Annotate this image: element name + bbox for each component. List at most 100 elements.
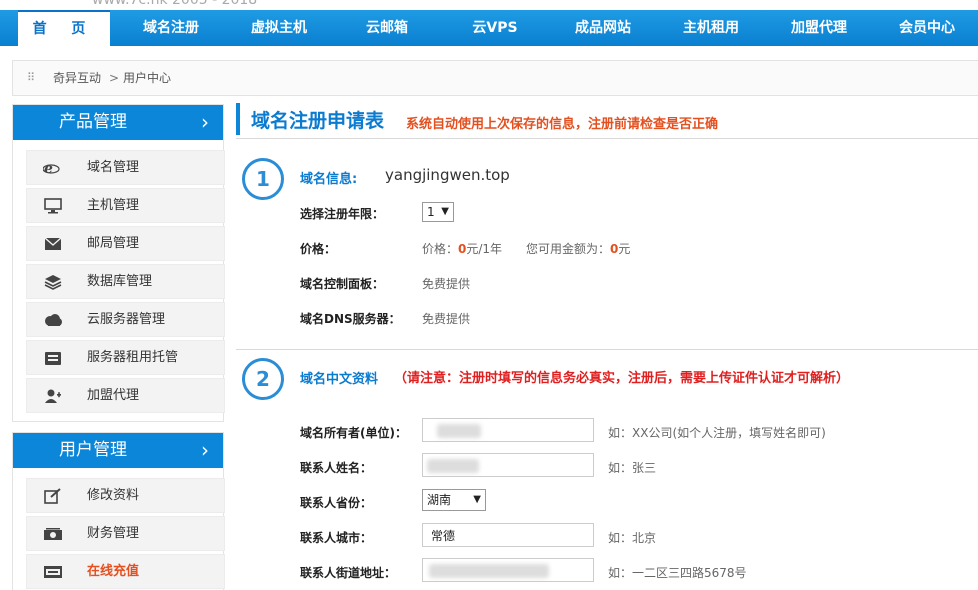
control-panel-value: 免费提供 <box>422 277 471 291</box>
nav-website[interactable]: 成品网站 <box>558 10 648 46</box>
sidebar-item-cloud[interactable]: 云服务器管理 <box>26 302 225 337</box>
balance-suffix: 元 <box>618 242 631 256</box>
sidebar-item-label: 修改资料 <box>87 488 140 503</box>
domain-e-icon: e <box>43 159 63 177</box>
sidebar-item-server[interactable]: 服务器租用托管 <box>26 340 225 375</box>
redacted-value <box>427 459 479 473</box>
envelope-icon <box>43 235 63 253</box>
sidebar-item-host[interactable]: 主机管理 <box>26 188 225 223</box>
years-value: 1 <box>427 205 435 219</box>
site-text: www.7c.hk 2005 - 2018 <box>92 0 258 8</box>
form-note: 系统自动使用上次保存的信息，注册前请检查是否正确 <box>406 117 719 132</box>
layers-icon <box>43 273 63 291</box>
money-icon <box>43 525 63 543</box>
sidebar-item-recharge[interactable]: 在线充值 <box>26 554 225 589</box>
sidebar-item-label: 云服务器管理 <box>87 312 166 327</box>
divider <box>236 138 978 139</box>
chevron-right-icon: › <box>201 110 209 134</box>
nav-server[interactable]: 主机租用 <box>666 10 756 46</box>
cn-info-warning: （请注意：注册时填写的信息务必真实，注册后，需要上传证件认证才可解析） <box>394 371 850 386</box>
sidebar-item-finance[interactable]: 财务管理 <box>26 516 225 551</box>
nav-mail[interactable]: 云邮箱 <box>342 10 432 46</box>
cloud-icon <box>43 311 63 329</box>
users-panel: 用户管理 › 修改资料 财务管理 在线充值 <box>12 432 225 590</box>
svg-text:e: e <box>44 161 53 176</box>
nav-vps[interactable]: 云VPS <box>450 10 540 46</box>
sidebar-item-label: 数据库管理 <box>87 274 153 289</box>
nav-domain[interactable]: 域名注册 <box>126 10 216 46</box>
province-label: 联系人省份： <box>300 496 373 510</box>
dns-value: 免费提供 <box>422 312 471 326</box>
sidebar-item-label: 邮局管理 <box>87 236 140 251</box>
price-suffix: 元/1年 <box>466 242 503 256</box>
caret-down-icon: ▼ <box>441 206 449 217</box>
main-nav: 首 页 域名注册 虚拟主机 云邮箱 云VPS 成品网站 主机租用 加盟代理 会员… <box>0 10 978 46</box>
breadcrumb-sep: > <box>109 71 120 85</box>
domain-value: yangjingwen.top <box>385 166 510 184</box>
users-title: 用户管理 <box>59 440 127 460</box>
nav-hosting[interactable]: 虚拟主机 <box>234 10 324 46</box>
user-add-icon <box>43 387 63 405</box>
nav-home[interactable]: 首 页 <box>18 10 110 46</box>
products-panel-head[interactable]: 产品管理 › <box>13 105 223 140</box>
step-2-badge: 2 <box>242 358 284 400</box>
caret-down-icon: ▼ <box>473 494 481 505</box>
price-prefix: 价格： <box>422 242 459 256</box>
sidebar-item-database[interactable]: 数据库管理 <box>26 264 225 299</box>
city-value: 常德 <box>431 529 456 543</box>
price-text: 价格：0元/1年 <box>422 240 502 257</box>
province-value: 湖南 <box>427 493 452 507</box>
sidebar-item-label: 域名管理 <box>87 160 140 175</box>
city-hint: 如：北京 <box>608 531 657 545</box>
sidebar-item-label: 在线充值 <box>87 564 140 579</box>
nav-agent[interactable]: 加盟代理 <box>774 10 864 46</box>
balance-prefix: 您可用金额为： <box>526 242 611 256</box>
city-label: 联系人城市： <box>300 531 373 545</box>
chevron-right-icon: › <box>201 438 209 462</box>
top-strip: www.7c.hk 2005 - 2018 <box>0 0 978 10</box>
credit-card-icon <box>43 563 63 581</box>
years-select[interactable]: 1 ▼ <box>422 202 454 222</box>
sidebar-item-label: 加盟代理 <box>87 388 140 403</box>
grid-icon: ⠿ <box>27 71 36 84</box>
breadcrumb-root[interactable]: 奇异互动 <box>53 61 101 95</box>
cn-info-title: 域名中文资料 <box>300 372 379 387</box>
monitor-icon <box>43 197 63 215</box>
contact-label: 联系人姓名： <box>300 461 373 475</box>
divider <box>236 349 978 350</box>
dns-label: 域名DNS服务器： <box>300 312 401 326</box>
sidebar-item-domain[interactable]: e 域名管理 <box>26 150 225 185</box>
page-title: 域名注册申请表 <box>251 110 385 132</box>
breadcrumb-current: 用户中心 <box>123 71 172 85</box>
contact-hint: 如：张三 <box>608 461 657 475</box>
street-label: 联系人街道地址： <box>300 566 397 580</box>
city-input[interactable]: 常德 <box>422 523 594 547</box>
redacted-value <box>429 564 549 578</box>
step-1-badge: 1 <box>242 158 284 200</box>
redacted-value <box>437 424 481 438</box>
products-panel: 产品管理 › e 域名管理 主机管理 邮局管理 数据库管理 云服务器管理 服务器… <box>12 104 225 422</box>
domain-info-label: 域名信息: <box>300 172 358 187</box>
server-icon <box>43 349 63 367</box>
sidebar-item-profile[interactable]: 修改资料 <box>26 478 225 513</box>
sidebar-item-label: 财务管理 <box>87 526 140 541</box>
owner-label: 域名所有者(单位)： <box>300 426 407 440</box>
sidebar-item-mail[interactable]: 邮局管理 <box>26 226 225 261</box>
price-label: 价格： <box>300 242 337 256</box>
sidebar-item-label: 服务器租用托管 <box>87 350 179 365</box>
users-panel-head[interactable]: 用户管理 › <box>13 433 223 468</box>
edit-icon <box>43 487 63 505</box>
products-title: 产品管理 <box>59 112 127 132</box>
sidebar-item-agent[interactable]: 加盟代理 <box>26 378 225 413</box>
breadcrumb: ⠿ 奇异互动 > 用户中心 <box>12 60 978 96</box>
contact-input[interactable] <box>422 453 594 477</box>
street-input[interactable] <box>422 558 594 582</box>
province-select[interactable]: 湖南 ▼ <box>422 489 486 511</box>
street-hint: 如：一二区三四路5678号 <box>608 566 747 580</box>
owner-hint: 如：XX公司(如个人注册，填写姓名即可) <box>608 426 826 440</box>
owner-input[interactable] <box>422 418 594 442</box>
nav-member[interactable]: 会员中心 <box>882 10 972 46</box>
sidebar-item-label: 主机管理 <box>87 198 140 213</box>
years-label: 选择注册年限： <box>300 207 385 221</box>
control-panel-label: 域名控制面板： <box>300 277 385 291</box>
